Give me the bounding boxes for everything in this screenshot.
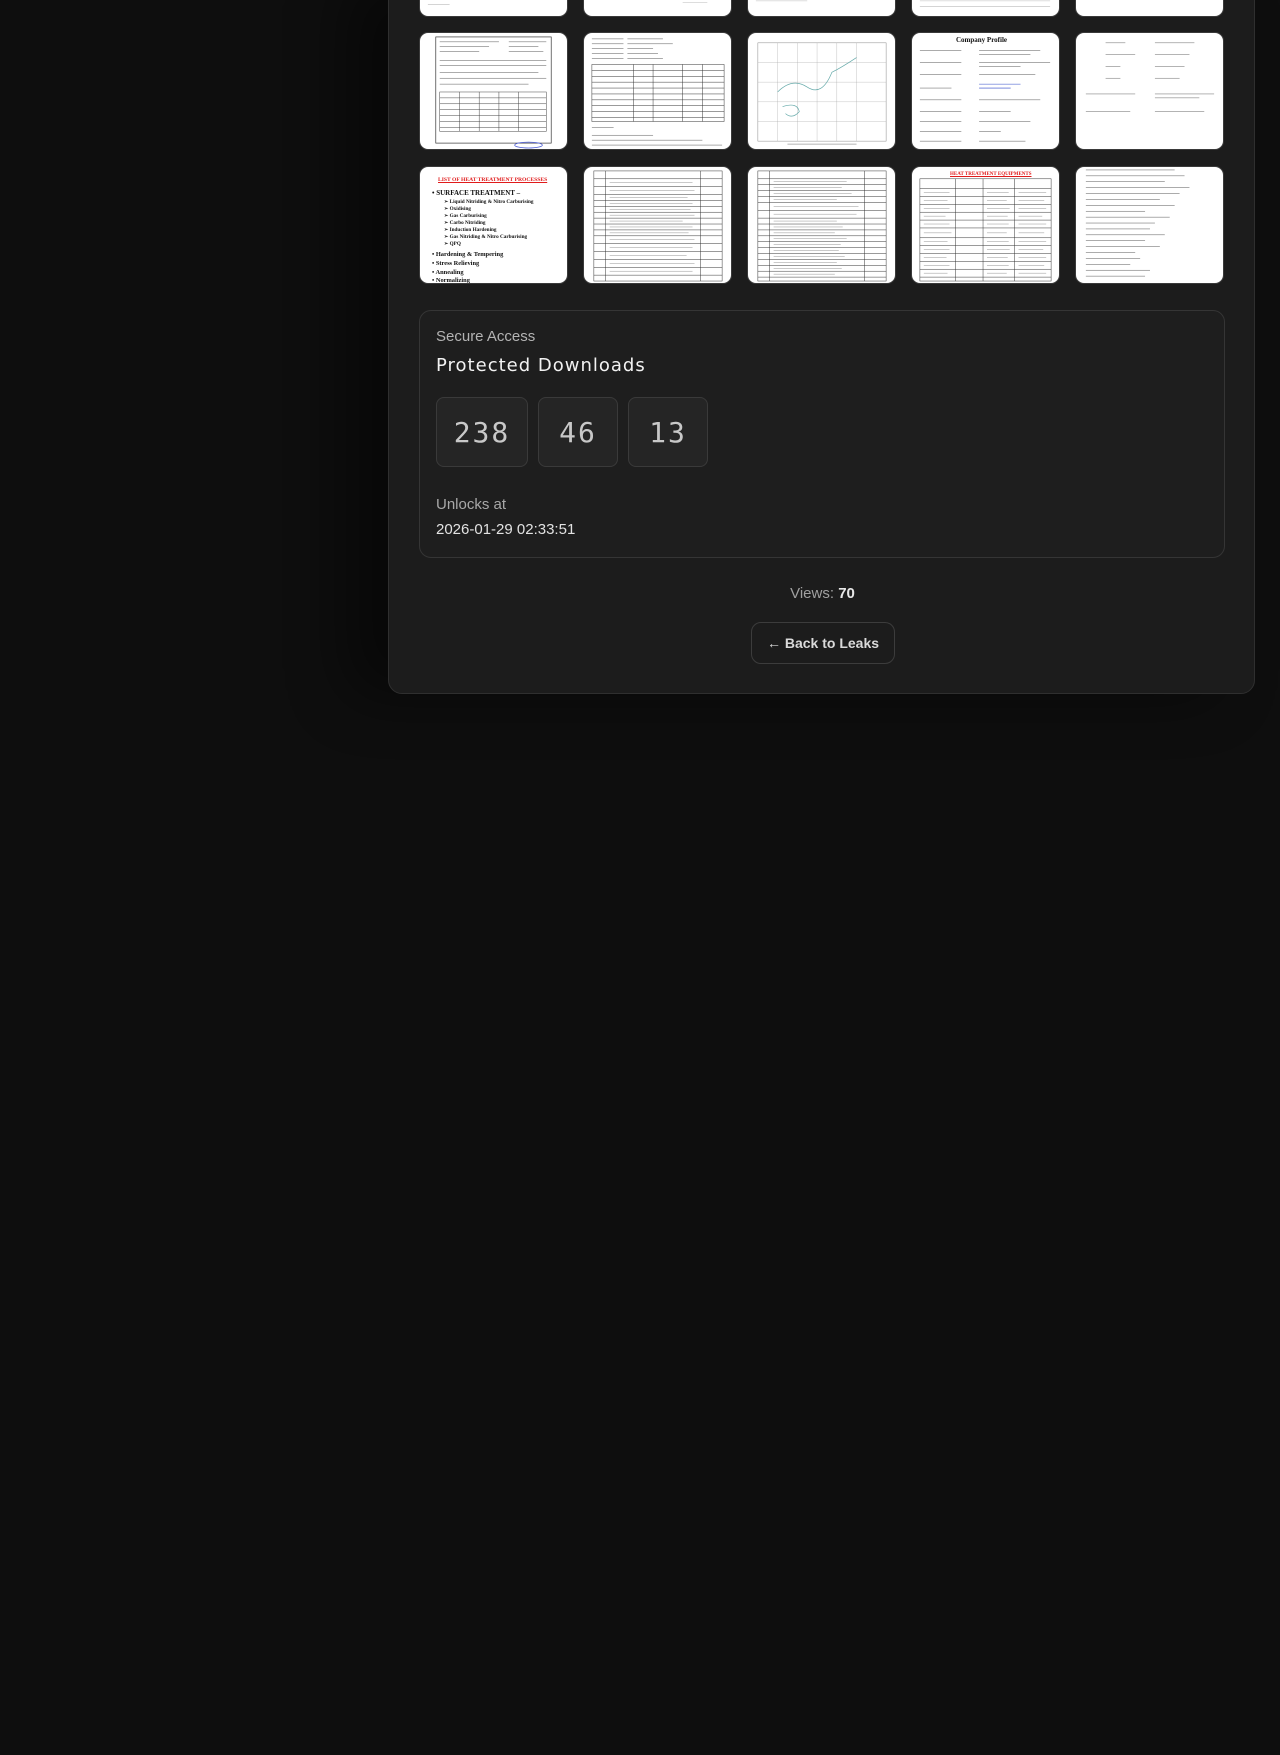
document-thumbnail[interactable]: Company Profile bbox=[911, 32, 1060, 150]
document-heading: LIST OF HEAT TREATMENT PROCESSES bbox=[438, 177, 548, 183]
document-thumbnail[interactable] bbox=[419, 32, 568, 150]
views-label: Views: bbox=[790, 585, 835, 602]
countdown-segment: 13 bbox=[628, 397, 708, 467]
document-thumbnail[interactable]: HEAT TREATMENT EQUIPMENTS bbox=[911, 166, 1060, 284]
unlock-label: Unlocks at bbox=[436, 496, 507, 513]
document-thumbnail[interactable] bbox=[419, 0, 568, 17]
card-eyebrow: Secure Access bbox=[436, 328, 536, 345]
leak-detail-panel: Company Profile LIST OF HEAT TREATMENT P… bbox=[388, 0, 1255, 694]
document-thumbnail[interactable] bbox=[1075, 0, 1224, 17]
document-thumbnail[interactable]: LIST OF HEAT TREATMENT PROCESSES • SURFA… bbox=[419, 166, 568, 284]
thumbnail-row-top bbox=[419, 0, 1239, 17]
unlock-time: 2026-01-29 02:33:51 bbox=[436, 521, 576, 538]
secure-access-card: Secure Access Protected Downloads 238 46… bbox=[419, 310, 1225, 558]
countdown-segment: 46 bbox=[538, 397, 618, 467]
countdown-timer: 238 46 13 bbox=[436, 397, 708, 467]
views-number: 70 bbox=[838, 585, 855, 602]
thumbnail-row: LIST OF HEAT TREATMENT PROCESSES • SURFA… bbox=[419, 166, 1239, 284]
document-thumbnail[interactable] bbox=[583, 0, 732, 17]
back-to-leaks-button[interactable]: ← Back to Leaks bbox=[751, 622, 895, 664]
view-count: Views: 70 bbox=[389, 585, 1256, 602]
document-thumbnail[interactable] bbox=[911, 0, 1060, 17]
countdown-segment: 238 bbox=[436, 397, 528, 467]
document-thumbnail[interactable] bbox=[583, 166, 732, 284]
thumbnail-row: Company Profile bbox=[419, 32, 1239, 150]
card-title: Protected Downloads bbox=[436, 355, 646, 376]
document-thumbnail[interactable] bbox=[1075, 166, 1224, 284]
document-thumbnail[interactable] bbox=[747, 166, 896, 284]
document-thumbnail[interactable] bbox=[1075, 32, 1224, 150]
document-thumbnail[interactable] bbox=[583, 32, 732, 150]
document-thumbnail[interactable] bbox=[747, 0, 896, 17]
document-thumbnail[interactable] bbox=[747, 32, 896, 150]
